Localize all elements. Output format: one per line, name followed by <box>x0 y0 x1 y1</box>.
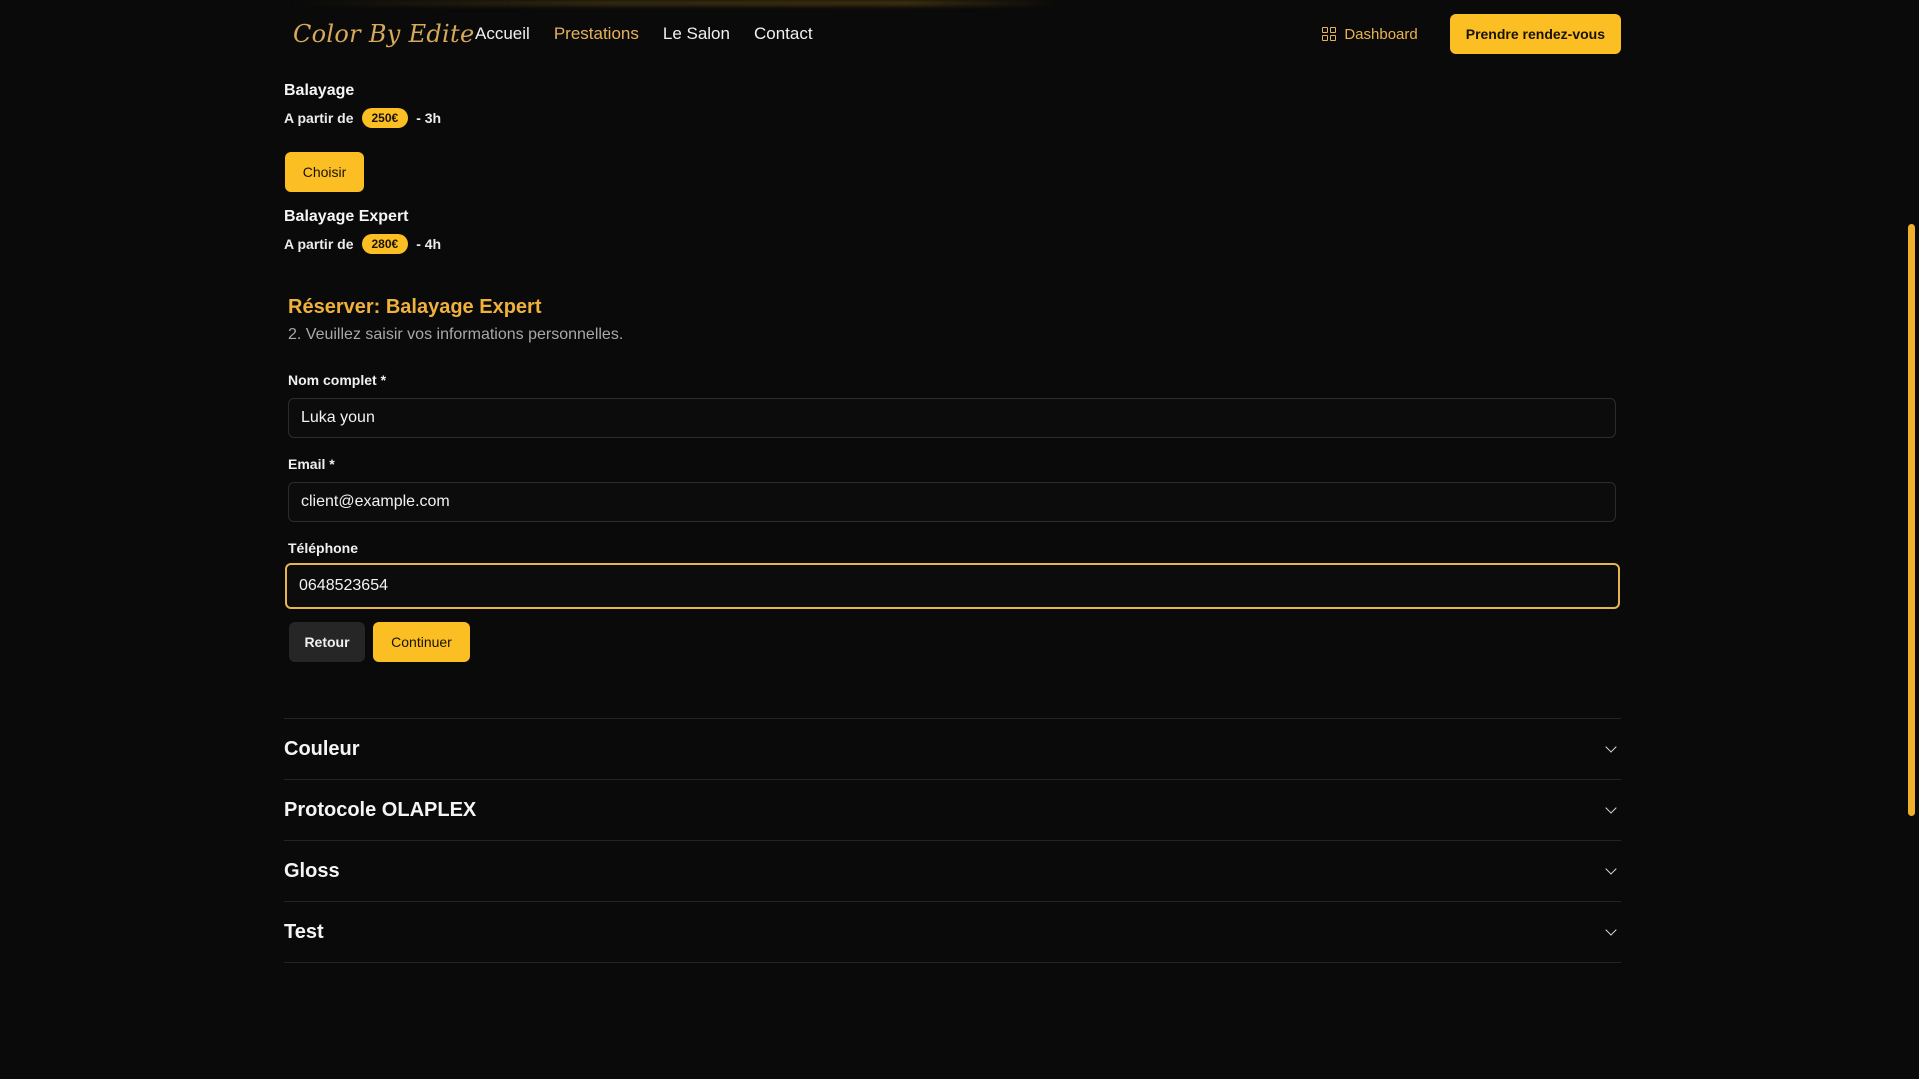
choose-button[interactable]: Choisir <box>285 152 364 192</box>
back-button[interactable]: Retour <box>289 622 365 662</box>
service-meta: A partir de 280€ - 4h <box>284 234 441 254</box>
main-nav: Accueil Prestations Le Salon Contact <box>475 24 813 44</box>
chevron-down-icon <box>1605 863 1617 875</box>
price-badge: 250€ <box>361 108 409 128</box>
accordion-item-olaplex[interactable]: Protocole OLAPLEX <box>284 780 1621 841</box>
accordion-item-gloss[interactable]: Gloss <box>284 841 1621 902</box>
book-appointment-button[interactable]: Prendre rendez-vous <box>1449 14 1621 54</box>
dashboard-grid-icon <box>1322 27 1337 41</box>
accordion-item-test[interactable]: Test <box>284 902 1621 963</box>
site-header: Color By Edite Accueil Prestations Le Sa… <box>284 12 1621 56</box>
chevron-down-icon <box>1605 741 1617 753</box>
continue-button[interactable]: Continuer <box>373 622 470 662</box>
service-duration: - 4h <box>416 236 442 252</box>
accordion-item-couleur[interactable]: Couleur <box>284 719 1621 780</box>
chevron-down-icon <box>1605 802 1617 814</box>
email-input[interactable] <box>288 482 1616 522</box>
dashboard-label: Dashboard <box>1344 25 1418 43</box>
name-input[interactable] <box>288 398 1616 438</box>
dashboard-link[interactable]: Dashboard <box>1322 25 1418 43</box>
nav-le-salon[interactable]: Le Salon <box>663 24 730 44</box>
category-accordion: Couleur Protocole OLAPLEX Gloss Test <box>284 718 1621 963</box>
accordion-label: Gloss <box>284 859 340 882</box>
nav-prestations[interactable]: Prestations <box>554 24 639 44</box>
service-meta: A partir de 250€ - 3h <box>284 108 441 128</box>
chevron-down-icon <box>1605 924 1617 936</box>
email-label: Email * <box>288 456 335 472</box>
nav-accueil[interactable]: Accueil <box>475 24 530 44</box>
phone-label: Téléphone <box>288 540 359 556</box>
accordion-label: Test <box>284 920 324 943</box>
accordion-label: Couleur <box>284 737 360 760</box>
service-title: Balayage Expert <box>284 208 409 225</box>
header-actions: Dashboard Prendre rendez-vous <box>1322 14 1621 54</box>
phone-input[interactable] <box>285 563 1620 609</box>
top-glow <box>290 0 1060 6</box>
price-prefix: A partir de <box>284 110 354 126</box>
price-badge: 280€ <box>361 234 409 254</box>
name-label: Nom complet * <box>288 372 387 388</box>
booking-title: Réserver: Balayage Expert <box>288 296 542 318</box>
accordion-label: Protocole OLAPLEX <box>284 798 477 821</box>
logo[interactable]: Color By Edite <box>284 20 475 48</box>
nav-contact[interactable]: Contact <box>754 24 813 44</box>
service-duration: - 3h <box>416 110 442 126</box>
price-prefix: A partir de <box>284 236 354 252</box>
scrollbar-thumb[interactable] <box>1908 224 1915 816</box>
page: Color By Edite Accueil Prestations Le Sa… <box>0 0 1919 1079</box>
service-title: Balayage <box>284 82 355 99</box>
booking-subtitle: 2. Veuillez saisir vos informations pers… <box>288 326 624 343</box>
